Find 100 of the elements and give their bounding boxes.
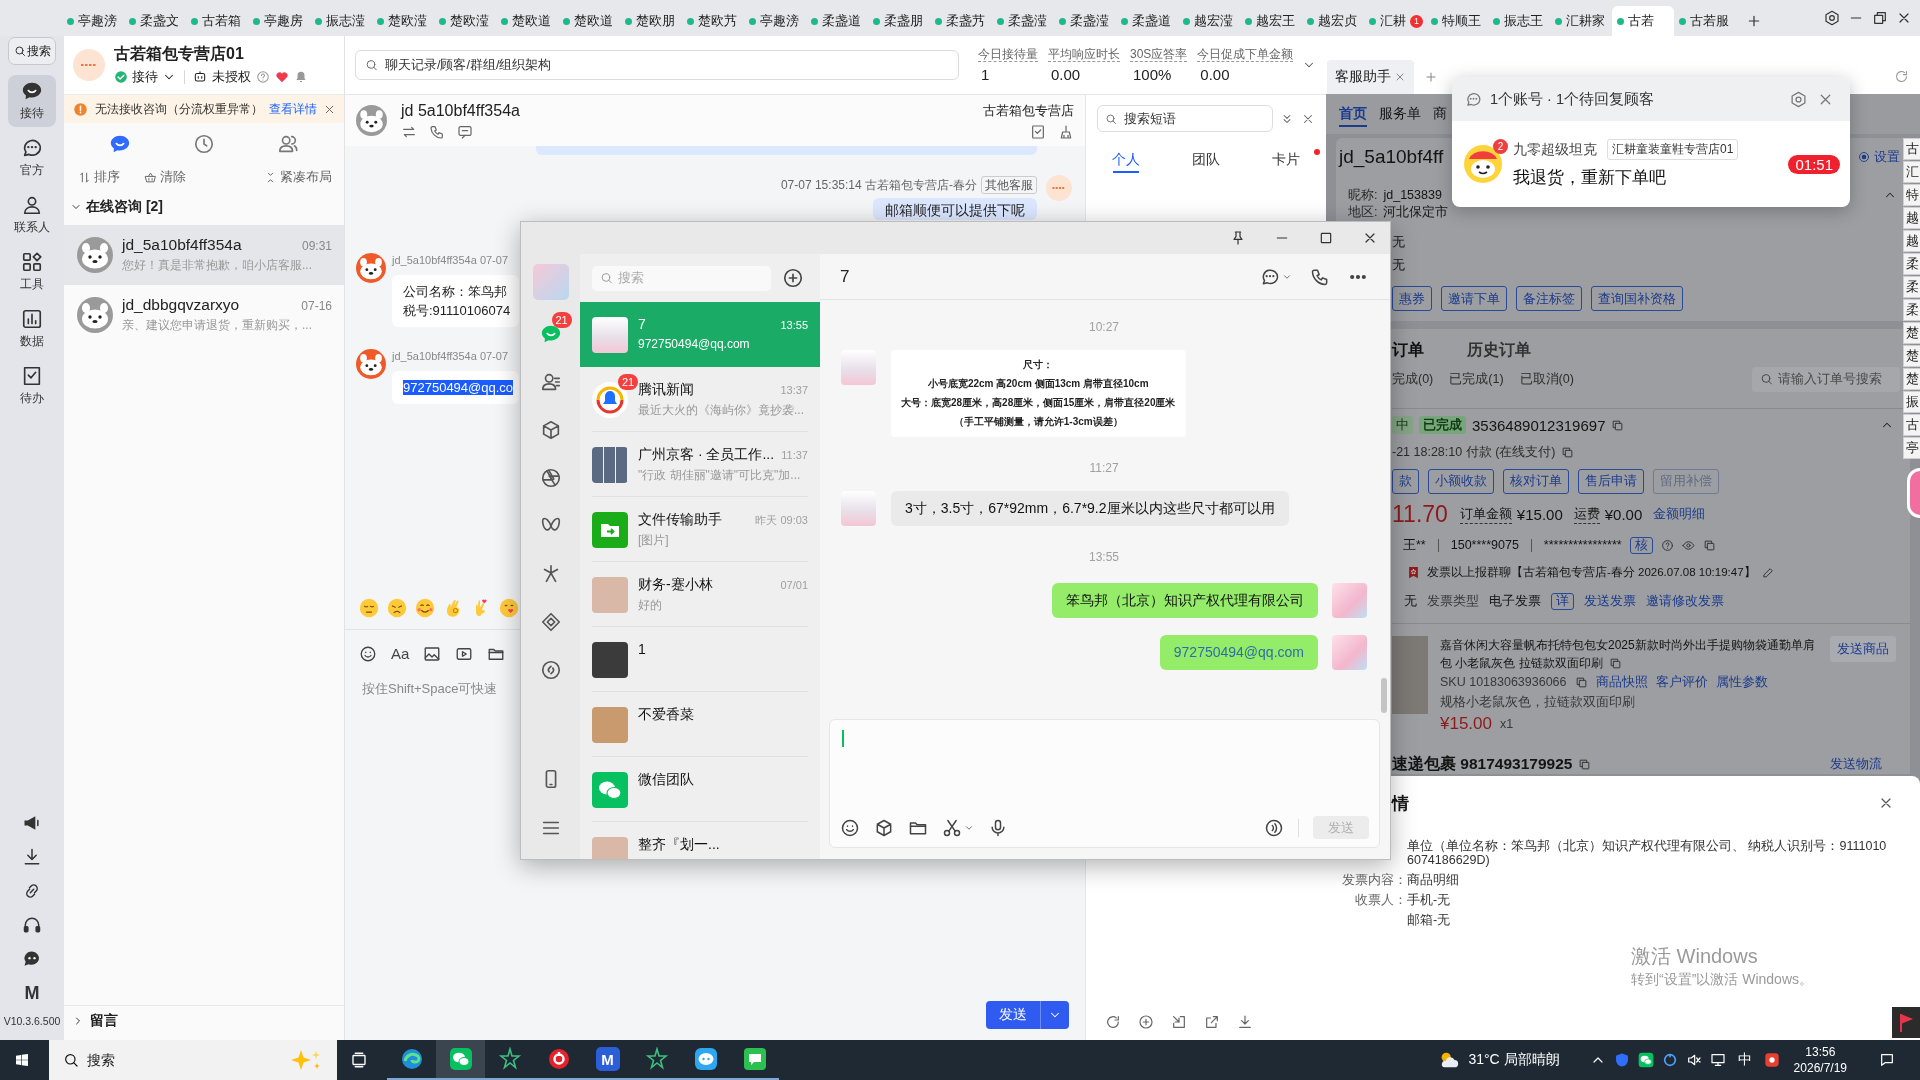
- amount-details-link[interactable]: 金额明细: [1653, 505, 1706, 523]
- font-button[interactable]: Aa: [391, 645, 409, 663]
- chats-icon[interactable]: [109, 133, 131, 155]
- store-tab[interactable]: 古若箱: [186, 6, 248, 36]
- store-tab[interactable]: 柔盏滢: [1054, 6, 1116, 36]
- copy-icon[interactable]: [1561, 445, 1575, 459]
- store-tab[interactable]: 楚欧滢: [372, 6, 434, 36]
- broom-icon[interactable]: [1058, 123, 1074, 140]
- download-icon[interactable]: [22, 847, 42, 867]
- side-tab[interactable]: 汇: [1903, 161, 1920, 183]
- order-action-button[interactable]: 小额收款: [1428, 468, 1494, 494]
- store-tab[interactable]: 楚欧滢: [434, 6, 496, 36]
- action-button[interactable]: 查询国补资格: [1591, 286, 1683, 311]
- store-tab[interactable]: 特顺王: [1426, 6, 1488, 36]
- chat-list-item[interactable]: 微信团队: [580, 757, 820, 822]
- copy-icon[interactable]: [1574, 675, 1588, 689]
- details-tag[interactable]: 详: [1551, 592, 1574, 610]
- clear-button[interactable]: 清除: [144, 168, 186, 186]
- phone-icon[interactable]: [429, 124, 445, 140]
- chat-bubble-icon[interactable]: [1260, 266, 1280, 287]
- store-tab[interactable]: 越宏王: [1240, 6, 1302, 36]
- add-icon[interactable]: [782, 267, 804, 289]
- side-tab[interactable]: 古: [1903, 414, 1920, 436]
- copy-icon[interactable]: [1611, 418, 1625, 432]
- store-tab[interactable]: 振志滢: [310, 6, 372, 36]
- section-header[interactable]: 在线咨询 [2]: [64, 189, 344, 225]
- side-tab[interactable]: 古: [1903, 138, 1920, 160]
- search-field[interactable]: 聊天记录/顾客/群组/组织架构: [355, 50, 959, 80]
- share-icon[interactable]: [1204, 1014, 1220, 1030]
- windows-start-icon[interactable]: [14, 1052, 30, 1068]
- nav-tab[interactable]: 服务单: [1379, 105, 1421, 123]
- store-tab[interactable]: 亭趣滂: [744, 6, 806, 36]
- order-action-button[interactable]: 款: [1392, 468, 1419, 494]
- side-tab[interactable]: 特: [1903, 184, 1920, 206]
- side-tab[interactable]: 楚: [1903, 345, 1920, 367]
- aperture-icon[interactable]: [539, 467, 562, 489]
- app-tile-icon[interactable]: [1763, 1052, 1780, 1068]
- download-icon[interactable]: [1237, 1014, 1253, 1030]
- history-icon[interactable]: [193, 133, 215, 155]
- smile-icon[interactable]: [840, 817, 860, 838]
- image-message[interactable]: 尺寸： 小号底宽22cm 高20cm 侧面13cm 肩带直径10cm 大号：底宽28厘米，高28厘米，侧面15厘米，肩带直径20厘米 （手工平铺测量，请允许1-3cm误差）: [891, 350, 1186, 437]
- store-tab[interactable]: 亭趣滂: [62, 6, 124, 36]
- microphone-icon[interactable]: [988, 817, 1008, 838]
- order-search-field[interactable]: 请输入订单号搜索: [1752, 366, 1900, 392]
- blushing-face-icon[interactable]: [415, 598, 435, 618]
- order-action-button[interactable]: 核对订单: [1503, 468, 1569, 494]
- message-icon[interactable]: [457, 124, 473, 140]
- side-tab[interactable]: 柔: [1903, 253, 1920, 275]
- add-icon[interactable]: [1138, 1014, 1154, 1030]
- sort-button[interactable]: 排序: [78, 168, 120, 186]
- contacts-icon[interactable]: [539, 371, 562, 393]
- chat-bubbles-icon[interactable]: [1637, 1052, 1654, 1068]
- app-logo[interactable]: M: [24, 983, 40, 1003]
- diamond-icon[interactable]: [539, 611, 562, 633]
- search-field[interactable]: 搜索: [49, 1040, 337, 1080]
- store-tab[interactable]: 楚欧道: [558, 6, 620, 36]
- monitor-icon[interactable]: [1709, 1052, 1726, 1068]
- copy-icon[interactable]: [1608, 657, 1622, 671]
- side-tab[interactable]: 越: [1903, 207, 1920, 229]
- heart-face-icon[interactable]: [499, 598, 519, 618]
- pin-icon[interactable]: [1230, 230, 1246, 246]
- product-link[interactable]: 商品快照: [1595, 673, 1648, 691]
- order-filter[interactable]: 完成(0): [1392, 370, 1434, 388]
- phrase-tab[interactable]: 团队: [1166, 142, 1246, 178]
- details-link[interactable]: 查看详情: [269, 101, 317, 117]
- store-tab[interactable]: 柔盏道: [1116, 6, 1178, 36]
- flag-icon[interactable]: [1892, 1007, 1920, 1038]
- conversation-item[interactable]: jd_dbbgqvzarxyo 07-16 亲、建议您申请退货，重新购买，...: [64, 285, 344, 345]
- side-tab[interactable]: 越: [1903, 230, 1920, 252]
- help-icon[interactable]: [256, 70, 270, 84]
- nav-item[interactable]: 官方: [8, 132, 56, 184]
- side-tab[interactable]: 柔: [1903, 276, 1920, 298]
- verify-tag[interactable]: 核: [1629, 536, 1653, 554]
- note-check-icon[interactable]: [1030, 123, 1046, 140]
- chat-list-item[interactable]: 广州京客 · 全员工作... 11:37 "行政 胡佳丽"邀请"可比克"加...: [580, 432, 820, 497]
- refresh-icon[interactable]: [1105, 1014, 1121, 1030]
- order-filter[interactable]: 已取消(0): [1519, 370, 1574, 388]
- chat-icon[interactable]: [539, 323, 562, 345]
- assistant-tab[interactable]: 客服助手: [1327, 60, 1414, 94]
- send-product-button[interactable]: 发送商品: [1830, 636, 1896, 662]
- input-method-indicator[interactable]: 中: [1737, 1051, 1752, 1069]
- store-tab[interactable]: 古若: [1612, 6, 1674, 36]
- action-button[interactable]: 邀请下单: [1441, 286, 1507, 311]
- message-input[interactable]: 按住Shift+Space可快速: [359, 681, 522, 981]
- invoice-link[interactable]: 邀请修改发票: [1646, 592, 1724, 610]
- store-tab[interactable]: 楚欧艿: [682, 6, 744, 36]
- action-button[interactable]: 惠券: [1392, 286, 1432, 311]
- store-tab[interactable]: 振志王: [1488, 6, 1550, 36]
- transfer-icon[interactable]: [401, 124, 417, 140]
- order-tab[interactable]: 订单: [1392, 339, 1424, 361]
- section-header[interactable]: 留言: [64, 1005, 344, 1036]
- chat-list-item[interactable]: 1: [580, 627, 820, 692]
- conversation-item[interactable]: jd_5a10bf4ff354a 09:31 您好！真是非常抱歉，咱小店客服...: [64, 225, 344, 285]
- sad-face-icon[interactable]: [387, 598, 407, 618]
- refresh-icon[interactable]: [1894, 69, 1909, 84]
- speaker-muted-icon[interactable]: [1685, 1052, 1702, 1068]
- copy-icon[interactable]: [1702, 538, 1716, 552]
- nav-tab[interactable]: 商: [1433, 105, 1447, 123]
- compact-layout-button[interactable]: 紧凑布局: [264, 168, 332, 186]
- ring-icon[interactable]: [1661, 1052, 1678, 1068]
